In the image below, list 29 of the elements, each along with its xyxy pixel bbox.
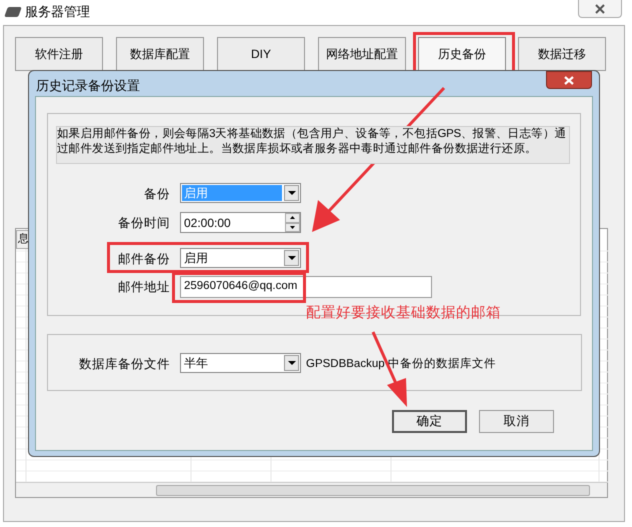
field-label: 备份时间 (117, 215, 170, 232)
dropdown[interactable]: 半年 (180, 353, 301, 373)
close-icon (564, 76, 574, 84)
field-label: 数据库备份文件 (78, 356, 170, 373)
description-text: 如果启用邮件备份，则会每隔3天将基础数据（包含用户、设备等，不包括GPS、报警、日志等）通过邮件发送到指定邮件地址上。当数据库损坏或者服务器中毒时通过邮件备份数据进行还原。 (56, 126, 570, 164)
tab[interactable]: 数据迁移 (518, 37, 606, 71)
dialog-button[interactable]: 确定 (392, 410, 467, 433)
dialog-title: 历史记录备份设置 (36, 77, 140, 95)
tab[interactable]: 数据库配置 (116, 37, 204, 71)
annotation-text: 配置好要接收基础数据的邮箱 (306, 304, 501, 323)
tab[interactable]: DIY (217, 37, 305, 71)
field-label: 邮件地址 (117, 279, 170, 296)
field-label: 备份 (143, 186, 170, 203)
tab[interactable]: 历史备份 (418, 37, 506, 71)
horizontal-scrollbar[interactable] (16, 482, 607, 497)
tab[interactable]: 软件注册 (15, 37, 103, 71)
close-button[interactable] (546, 71, 592, 89)
window-title: 服务器管理 (25, 3, 90, 22)
field-label: 邮件备份 (117, 251, 170, 268)
app-icon (4, 7, 22, 17)
close-button[interactable] (578, 0, 622, 18)
note-text: GPSDBBackup 中备份的数据库文件 (306, 356, 496, 372)
time-field[interactable]: 02:00:00 (180, 212, 301, 233)
email-field[interactable]: 2596070646@qq.com (180, 276, 432, 298)
spin-buttons[interactable] (285, 213, 300, 232)
dropdown[interactable]: 启用 (180, 248, 301, 268)
tab[interactable]: 网络地址配置 (318, 37, 406, 71)
dialog-button[interactable]: 取消 (479, 410, 554, 433)
close-icon (595, 4, 605, 14)
